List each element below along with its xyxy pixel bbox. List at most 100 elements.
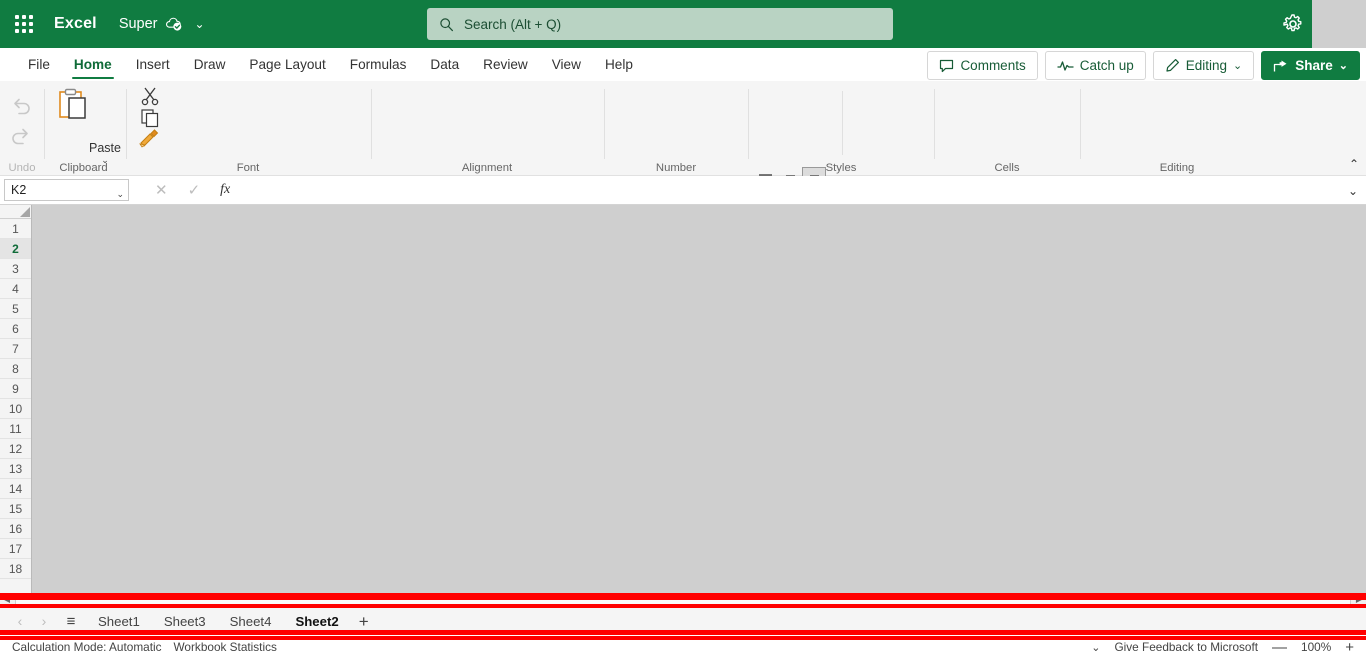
ribbon-divider-7	[1080, 89, 1081, 159]
confirm-check-icon[interactable]: ✓	[188, 181, 201, 199]
sheet-tab-sheet3[interactable]: Sheet3	[152, 607, 218, 636]
catch-up-label: Catch up	[1079, 58, 1134, 73]
editing-mode-button[interactable]: Editing ⌄	[1152, 51, 1255, 80]
add-sheet-button[interactable]: +	[351, 607, 377, 636]
row-header-7[interactable]: 7	[0, 339, 31, 359]
tab-file[interactable]: File	[16, 48, 62, 81]
cloud-saved-icon[interactable]	[165, 15, 183, 33]
status-more-chevron-down-icon[interactable]: ⌄	[1091, 641, 1100, 654]
row-header-4[interactable]: 4	[0, 279, 31, 299]
gear-icon[interactable]	[1281, 12, 1305, 36]
search-placeholder-text: Search (Alt + Q)	[464, 16, 562, 32]
tab-help[interactable]: Help	[593, 48, 645, 81]
tab-data[interactable]: Data	[418, 48, 471, 81]
horizontal-scroll-thumb[interactable]	[15, 594, 1351, 605]
row-header-5[interactable]: 5	[0, 299, 31, 319]
group-label-number: Number	[655, 162, 697, 174]
pencil-icon	[1165, 58, 1180, 73]
scroll-right-arrow-icon[interactable]: ▶	[1352, 595, 1366, 604]
name-box[interactable]: K2 ⌄	[4, 179, 129, 201]
formula-bar-actions: ✕ ✓ fx	[155, 181, 230, 199]
group-label-clipboard: Clipboard	[59, 162, 108, 174]
give-feedback-link[interactable]: Give Feedback to Microsoft	[1114, 640, 1258, 654]
row-header-12[interactable]: 12	[0, 439, 31, 459]
zoom-out-button[interactable]: —	[1272, 639, 1287, 656]
share-button[interactable]: Share ⌄	[1261, 51, 1360, 80]
activity-wave-icon	[1057, 60, 1074, 72]
row-header-1[interactable]: 1	[0, 219, 31, 239]
row-header-9[interactable]: 9	[0, 379, 31, 399]
select-all-corner-icon[interactable]	[0, 205, 31, 219]
search-input[interactable]: Search (Alt + Q)	[427, 8, 893, 40]
editing-label: Editing	[1185, 58, 1228, 73]
expand-formula-bar-chevron-down-icon[interactable]: ⌄	[1348, 184, 1358, 198]
row-header-17[interactable]: 17	[0, 539, 31, 559]
horizontal-scrollbar[interactable]: ◀ ▶	[0, 593, 1366, 606]
document-menu-chevron-down-icon[interactable]: ⌄	[195, 18, 205, 30]
row-header-8[interactable]: 8	[0, 359, 31, 379]
group-label-font: Font	[236, 162, 260, 174]
row-header-16[interactable]: 16	[0, 519, 31, 539]
sheet-tab-sheet1[interactable]: Sheet1	[86, 607, 152, 636]
document-name[interactable]: Super	[119, 16, 158, 32]
group-label-editing: Editing	[1159, 162, 1195, 174]
tab-page-layout[interactable]: Page Layout	[237, 48, 337, 81]
tab-view[interactable]: View	[540, 48, 593, 81]
redo-button[interactable]	[9, 125, 33, 149]
status-bar: Calculation Mode: Automatic Workbook Sta…	[0, 637, 1366, 657]
tab-review[interactable]: Review	[471, 48, 540, 81]
insert-function-icon[interactable]: fx	[220, 182, 230, 198]
ribbon-actions: Comments Catch up Editing ⌄ Share ⌄	[927, 51, 1360, 80]
zoom-in-button[interactable]: +	[1345, 639, 1354, 656]
ribbon-divider-3	[371, 89, 372, 159]
comment-bubble-icon	[939, 59, 954, 73]
spreadsheet-grid[interactable]: 1 2 3 4 5 6 7 8 9 10 11 12 13 14 15 16 1…	[0, 205, 1366, 593]
grid-cells-area[interactable]	[33, 205, 1366, 593]
ribbon-group-font: Calibri ⌄ 11 ⌄ A A B I U D ab ⌄ ⌄ A ⌄ Fo…	[128, 81, 490, 226]
app-brand-excel[interactable]: Excel	[54, 15, 97, 33]
ribbon-home: Undo Paste ⌄ Clipboard Calibri	[0, 81, 1366, 255]
cancel-x-icon[interactable]: ✕	[155, 181, 168, 199]
formula-input[interactable]	[248, 179, 1340, 201]
row-header-3[interactable]: 3	[0, 259, 31, 279]
group-label-undo: Undo	[8, 162, 36, 174]
status-bar-right: ⌄ Give Feedback to Microsoft — 100% +	[1091, 639, 1366, 656]
row-header-18[interactable]: 18	[0, 559, 31, 579]
row-header-15[interactable]: 15	[0, 499, 31, 519]
collapse-ribbon-chevron-up-icon[interactable]: ⌃	[1349, 157, 1359, 171]
row-header-13[interactable]: 13	[0, 459, 31, 479]
next-sheet-icon[interactable]: ›	[32, 613, 56, 629]
group-label-cells: Cells	[994, 162, 1020, 174]
name-box-value: K2	[11, 183, 27, 197]
tab-draw[interactable]: Draw	[182, 48, 238, 81]
row-header-11[interactable]: 11	[0, 419, 31, 439]
top-bar-right-filler	[1312, 0, 1366, 48]
paste-icon[interactable]	[54, 87, 90, 123]
catch-up-button[interactable]: Catch up	[1044, 51, 1146, 80]
comments-button[interactable]: Comments	[927, 51, 1038, 80]
undo-button[interactable]	[9, 95, 33, 119]
workbook-statistics-status[interactable]: Workbook Statistics	[174, 640, 277, 654]
app-launcher-icon[interactable]	[0, 0, 48, 48]
row-header-10[interactable]: 10	[0, 399, 31, 419]
tab-formulas[interactable]: Formulas	[338, 48, 419, 81]
all-sheets-menu-icon[interactable]: ≡	[56, 613, 86, 630]
scroll-left-arrow-icon[interactable]: ◀	[0, 595, 14, 604]
tab-home[interactable]: Home	[62, 48, 124, 81]
ribbon-group-number: General ⌄ $ ⌄ % , 0.00 .000 Number	[606, 81, 1345, 226]
waffle-grid	[15, 15, 33, 33]
tab-insert[interactable]: Insert	[124, 48, 182, 81]
calculation-mode-status[interactable]: Calculation Mode: Automatic	[12, 640, 162, 654]
ribbon-divider-5	[748, 89, 749, 159]
zoom-level-label[interactable]: 100%	[1301, 640, 1331, 654]
group-label-styles: Styles	[825, 162, 857, 174]
row-header-2[interactable]: 2	[0, 239, 31, 259]
row-header-14[interactable]: 14	[0, 479, 31, 499]
row-header-6[interactable]: 6	[0, 319, 31, 339]
ribbon-group-alignment: ab ⌄ ab Wrap Text Merge & Center ⌄ Align…	[373, 81, 935, 255]
previous-sheet-icon[interactable]: ‹	[8, 613, 32, 629]
share-icon	[1273, 59, 1289, 73]
sheet-tab-sheet2[interactable]: Sheet2	[283, 607, 350, 636]
ribbon-divider-6	[934, 89, 935, 159]
sheet-tab-sheet4[interactable]: Sheet4	[218, 607, 284, 636]
